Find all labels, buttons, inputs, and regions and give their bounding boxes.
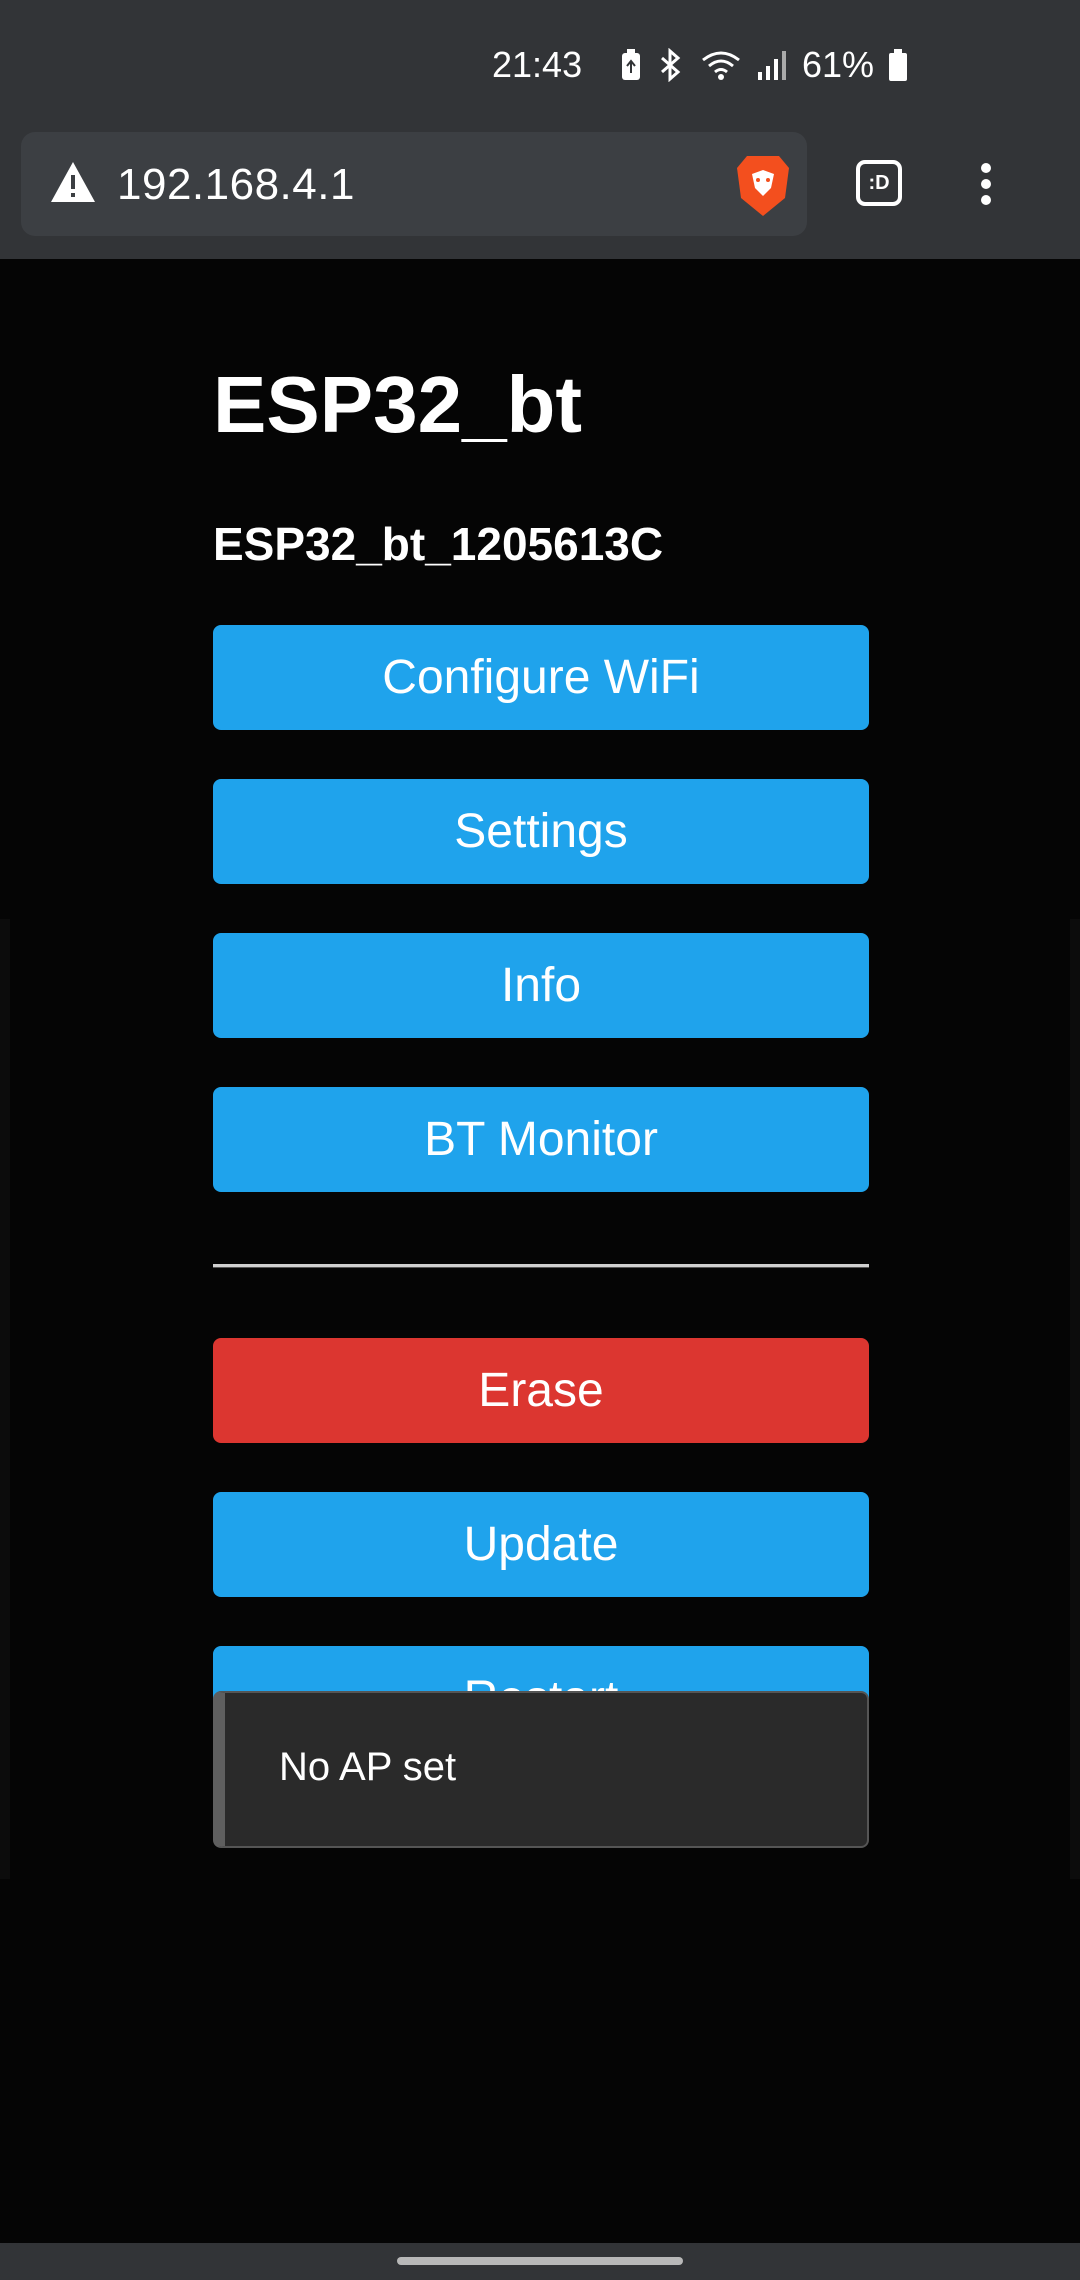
more-vert-icon[interactable] xyxy=(974,160,998,208)
page-content: ESP32_bt ESP32_bt_1205613C Configure WiF… xyxy=(0,259,1080,2243)
home-gesture-handle[interactable] xyxy=(397,2257,683,2265)
address-bar[interactable]: 192.168.4.1 xyxy=(21,132,807,236)
warning-icon[interactable] xyxy=(49,160,97,204)
update-label: Update xyxy=(463,1518,619,1571)
status-icons: 61% xyxy=(620,44,908,86)
status-time: 21:43 xyxy=(492,44,583,85)
bt-monitor-label: BT Monitor xyxy=(424,1113,658,1166)
configure-wifi-button[interactable]: Configure WiFi xyxy=(213,625,869,730)
info-button[interactable]: Info xyxy=(213,933,869,1038)
battery-saver-icon xyxy=(622,49,640,80)
configure-wifi-label: Configure WiFi xyxy=(382,651,700,704)
settings-button[interactable]: Settings xyxy=(213,779,869,884)
erase-label: Erase xyxy=(478,1364,604,1417)
browser-toolbar: 192.168.4.1 :D xyxy=(0,132,1080,259)
device-id: ESP32_bt_1205613C xyxy=(213,518,664,570)
battery-percent: 61% xyxy=(802,44,875,85)
left-edge xyxy=(0,919,10,1879)
bt-monitor-button[interactable]: BT Monitor xyxy=(213,1087,869,1192)
url-text[interactable]: 192.168.4.1 xyxy=(117,160,355,210)
page-title: ESP32_bt xyxy=(213,360,583,449)
status-bar: 21:43 61% xyxy=(0,0,1080,132)
system-nav-bar xyxy=(0,2243,1080,2280)
bluetooth-icon xyxy=(661,48,681,82)
right-edge xyxy=(1070,919,1080,1879)
brave-icon[interactable] xyxy=(733,154,793,218)
battery-icon xyxy=(889,49,908,81)
update-button[interactable]: Update xyxy=(213,1492,869,1597)
status-message-box: No AP set xyxy=(213,1691,869,1848)
signal-icon xyxy=(758,51,786,80)
tabs-label: :D xyxy=(868,171,890,194)
wifi-icon xyxy=(702,51,740,80)
settings-label: Settings xyxy=(454,805,628,858)
tabs-button[interactable]: :D xyxy=(856,160,902,206)
erase-button[interactable]: Erase xyxy=(213,1338,869,1443)
divider xyxy=(213,1264,869,1268)
status-message: No AP set xyxy=(279,1745,457,1789)
info-label: Info xyxy=(500,959,582,1012)
